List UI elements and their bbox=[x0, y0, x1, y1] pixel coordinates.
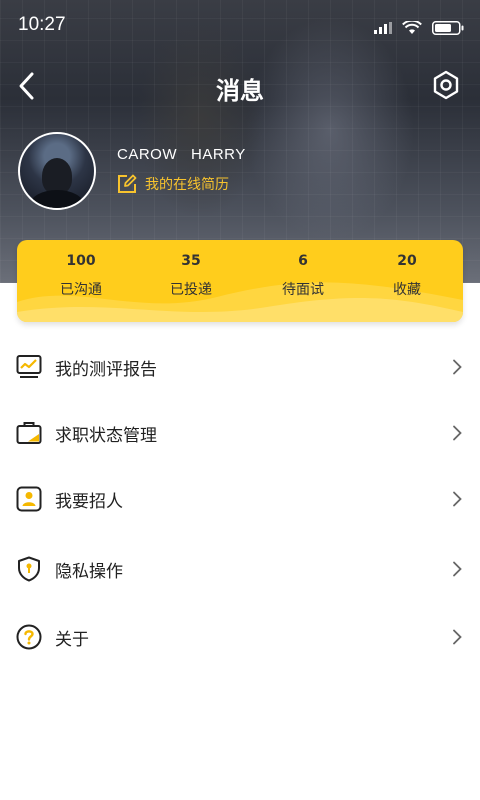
online-resume-label: 我的在线简历 bbox=[145, 177, 229, 193]
stat-interview[interactable]: 6 待面试 bbox=[253, 253, 353, 299]
stat-communicated[interactable]: 100 已沟通 bbox=[31, 253, 131, 299]
stat-interview-label: 待面试 bbox=[282, 282, 324, 298]
wifi-icon bbox=[402, 21, 422, 34]
shield-lock-icon bbox=[18, 556, 40, 582]
status-time: 10:27 bbox=[18, 14, 66, 35]
profile-name: CAROW HARRY bbox=[117, 146, 246, 163]
stats-card: 100 已沟通 35 已投递 6 待面试 20 收藏 bbox=[17, 240, 463, 322]
chevron-right-icon bbox=[453, 491, 462, 507]
settings-button[interactable] bbox=[430, 69, 462, 101]
question-circle-icon bbox=[16, 624, 42, 650]
stat-favorites-label: 收藏 bbox=[393, 282, 421, 298]
status-bar: 10:27 bbox=[0, 0, 480, 52]
gear-icon bbox=[433, 70, 459, 100]
page-title: 消息 bbox=[216, 77, 264, 105]
top-nav: 消息 bbox=[0, 58, 480, 114]
avatar[interactable] bbox=[18, 132, 96, 210]
stat-favorites[interactable]: 20 收藏 bbox=[357, 253, 457, 299]
menu-item-about[interactable]: 关于 bbox=[0, 604, 480, 670]
stat-favorites-value: 20 bbox=[397, 253, 417, 269]
chevron-right-icon bbox=[453, 425, 462, 441]
briefcase-icon bbox=[16, 422, 42, 444]
stat-delivered-label: 已投递 bbox=[170, 282, 212, 298]
menu-label-job-status: 求职状态管理 bbox=[55, 426, 157, 446]
chevron-right-icon bbox=[453, 561, 462, 577]
chevron-right-icon bbox=[453, 629, 462, 645]
recruit-person-icon bbox=[16, 486, 42, 512]
menu-label-assessment-report: 我的测评报告 bbox=[55, 360, 157, 380]
stat-interview-value: 6 bbox=[298, 253, 308, 269]
stat-delivered-value: 35 bbox=[181, 253, 201, 269]
menu-label-privacy: 隐私操作 bbox=[55, 562, 123, 582]
menu-label-recruit: 我要招人 bbox=[55, 492, 123, 512]
status-icons bbox=[374, 21, 464, 35]
signal-icon bbox=[374, 22, 392, 34]
profile-avatar-wrap[interactable] bbox=[18, 132, 96, 210]
menu-item-assessment-report[interactable]: 我的测评报告 bbox=[0, 334, 480, 400]
stat-communicated-value: 100 bbox=[66, 253, 96, 269]
menu-item-recruit[interactable]: 我要招人 bbox=[0, 466, 480, 532]
edit-icon bbox=[118, 174, 137, 193]
online-resume-link[interactable]: 我的在线简历 bbox=[117, 174, 229, 194]
battery-icon bbox=[432, 21, 464, 35]
menu-label-about: 关于 bbox=[55, 630, 89, 650]
stat-communicated-label: 已沟通 bbox=[60, 282, 102, 298]
menu-item-job-status[interactable]: 求职状态管理 bbox=[0, 400, 480, 466]
menu-item-privacy[interactable]: 隐私操作 bbox=[0, 536, 480, 602]
report-chart-icon bbox=[16, 355, 42, 378]
stat-delivered[interactable]: 35 已投递 bbox=[141, 253, 241, 299]
chevron-right-icon bbox=[453, 359, 462, 375]
